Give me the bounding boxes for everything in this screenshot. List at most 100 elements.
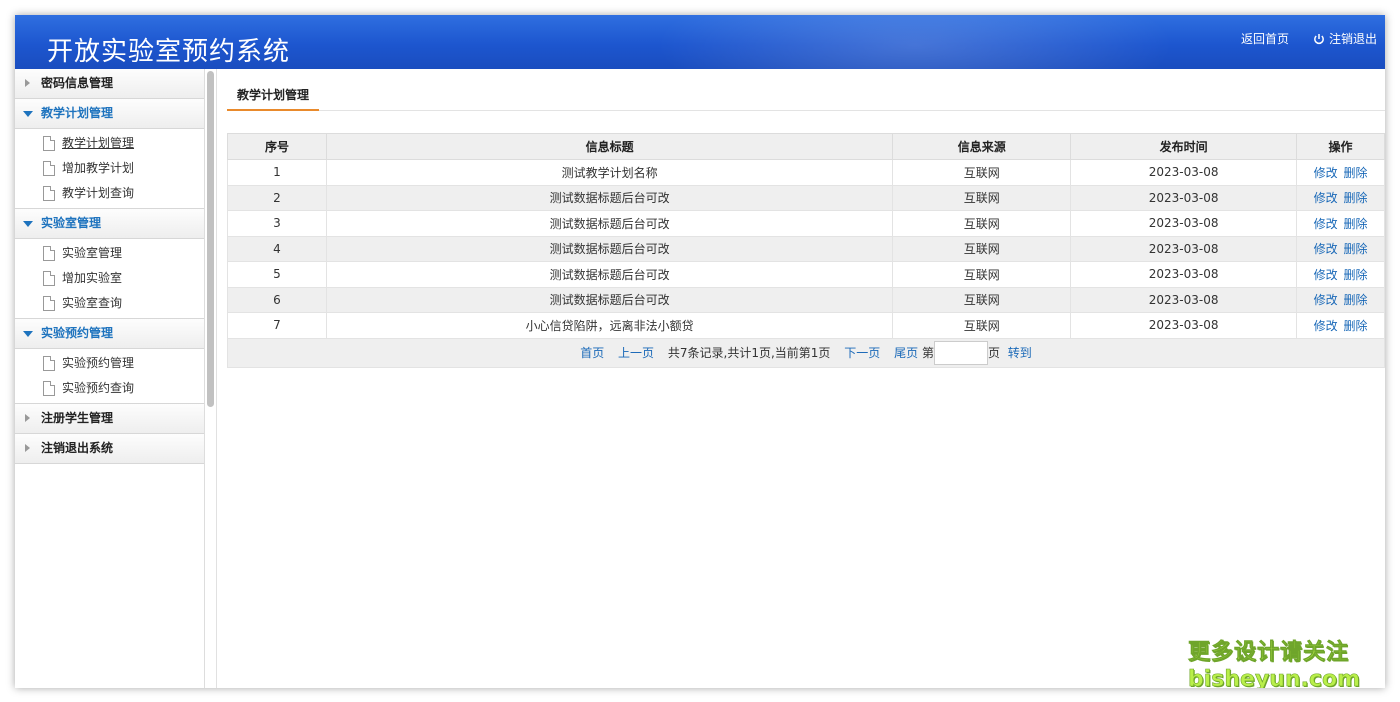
watermark: 更多设计请关注 bisheyun.com — [1188, 639, 1361, 688]
edit-link[interactable]: 修改 — [1314, 242, 1338, 256]
power-icon — [1314, 33, 1324, 44]
delete-link[interactable]: 删除 — [1343, 268, 1367, 282]
cell-no: 2 — [227, 184, 327, 211]
document-icon — [43, 356, 55, 371]
sidebar-item-label: 实验预约管理 — [62, 356, 135, 370]
sidebar-item[interactable]: 实验预约管理 — [15, 351, 204, 376]
page-number-input[interactable] — [933, 341, 988, 365]
sidebar-group-5[interactable]: 注销退出系统 — [15, 434, 204, 464]
cell-actions: 修改 删除 — [1296, 184, 1385, 211]
sidebar-item[interactable]: 增加实验室 — [15, 266, 204, 291]
cell-source: 互联网 — [892, 159, 1072, 186]
pager-next[interactable]: 下一页 — [844, 346, 880, 360]
logout-link-label: 注销退出 — [1328, 32, 1377, 46]
edit-link[interactable]: 修改 — [1314, 166, 1338, 180]
cell-date: 2023-03-08 — [1070, 312, 1298, 339]
cell-title: 测试数据标题后台可改 — [325, 286, 894, 313]
delete-link[interactable]: 删除 — [1343, 242, 1367, 256]
sidebar-group-label: 实验预约管理 — [41, 326, 114, 340]
delete-link[interactable]: 删除 — [1343, 319, 1367, 333]
pager-page-suffix: 页 — [987, 345, 1000, 360]
table-row: 7 小心信贷陷阱，远离非法小额贷 互联网 2023-03-08 修改 删除 — [227, 312, 1385, 339]
table-row: 5 测试数据标题后台可改 互联网 2023-03-08 修改 删除 — [227, 261, 1385, 288]
col-source: 信息来源 — [892, 133, 1072, 160]
sidebar-group-4[interactable]: 注册学生管理 — [15, 404, 204, 434]
delete-link[interactable]: 删除 — [1343, 217, 1367, 231]
caret-down-icon — [23, 221, 33, 227]
sidebar-item-label: 教学计划查询 — [62, 186, 135, 200]
cell-date: 2023-03-08 — [1070, 261, 1298, 288]
edit-link[interactable]: 修改 — [1314, 319, 1338, 333]
delete-link[interactable]: 删除 — [1343, 166, 1367, 180]
tab-bar: 教学计划管理 — [227, 81, 1385, 111]
edit-link[interactable]: 修改 — [1314, 293, 1338, 307]
caret-down-icon — [23, 111, 33, 117]
sidebar-item-label: 增加实验室 — [62, 271, 123, 285]
document-icon — [43, 296, 55, 311]
document-icon — [43, 161, 55, 176]
pager-goto[interactable]: 转到 — [1008, 346, 1032, 360]
pager-first[interactable]: 首页 — [580, 346, 604, 360]
cell-source: 互联网 — [892, 312, 1072, 339]
cell-source: 互联网 — [892, 235, 1072, 262]
cell-no: 4 — [227, 235, 327, 262]
edit-link[interactable]: 修改 — [1314, 268, 1338, 282]
caret-down-icon — [23, 331, 33, 337]
table-row: 1 测试教学计划名称 互联网 2023-03-08 修改 删除 — [227, 159, 1385, 186]
sidebar-group-3[interactable]: 实验预约管理 — [15, 319, 204, 349]
cell-title: 测试数据标题后台可改 — [325, 184, 894, 211]
delete-link[interactable]: 删除 — [1343, 191, 1367, 205]
sidebar-item[interactable]: 实验室查询 — [15, 291, 204, 316]
cell-date: 2023-03-08 — [1070, 184, 1298, 211]
cell-actions: 修改 删除 — [1296, 210, 1385, 237]
pager-prev[interactable]: 上一页 — [618, 346, 654, 360]
cell-date: 2023-03-08 — [1070, 235, 1298, 262]
cell-actions: 修改 删除 — [1296, 235, 1385, 262]
home-link[interactable]: 返回首页 — [1241, 30, 1289, 47]
cell-source: 互联网 — [892, 261, 1072, 288]
edit-link[interactable]: 修改 — [1314, 217, 1338, 231]
watermark-line1: 更多设计请关注 — [1188, 640, 1350, 666]
sidebar-item[interactable]: 教学计划管理 — [15, 131, 204, 156]
logout-link[interactable]: 注销退出 — [1313, 30, 1377, 47]
sidebar-sub-list: 教学计划管理增加教学计划 教学计划查询 — [15, 129, 204, 209]
app-title: 开放实验室预约系统 — [47, 37, 291, 67]
sidebar-group-label: 密码信息管理 — [41, 76, 114, 90]
cell-title: 测试教学计划名称 — [325, 159, 894, 186]
sidebar-group-label: 实验室管理 — [41, 216, 102, 230]
caret-right-icon — [25, 79, 30, 87]
edit-link[interactable]: 修改 — [1314, 191, 1338, 205]
col-title: 信息标题 — [325, 133, 894, 160]
sidebar-scrollbar[interactable] — [207, 71, 214, 407]
sidebar-group-0[interactable]: 密码信息管理 — [15, 69, 204, 99]
col-actions: 操作 — [1296, 133, 1385, 160]
pager-last[interactable]: 尾页 — [894, 346, 918, 360]
sidebar: 密码信息管理 教学计划管理 教学计划管理 增加教学计划 教学计划查询 实验室管理 实验室管理… — [15, 69, 205, 688]
sidebar-group-2[interactable]: 实验室管理 — [15, 209, 204, 239]
table-row: 6 测试数据标题后台可改 互联网 2023-03-08 修改 删除 — [227, 286, 1385, 313]
cell-source: 互联网 — [892, 184, 1072, 211]
tab-plan-management[interactable]: 教学计划管理 — [227, 81, 320, 111]
cell-title: 测试数据标题后台可改 — [325, 235, 894, 262]
cell-no: 5 — [227, 261, 327, 288]
sidebar-group-1[interactable]: 教学计划管理 — [15, 99, 204, 129]
cell-actions: 修改 删除 — [1296, 159, 1385, 186]
sidebar-item-label: 增加教学计划 — [62, 161, 135, 175]
sidebar-item[interactable]: 实验室管理 — [15, 241, 204, 266]
sidebar-item[interactable]: 增加教学计划 — [15, 156, 204, 181]
col-date: 发布时间 — [1070, 133, 1298, 160]
cell-actions: 修改 删除 — [1296, 286, 1385, 313]
top-header: 开放实验室预约系统 返回首页 注销退出 — [15, 15, 1385, 69]
sidebar-item[interactable]: 教学计划查询 — [15, 181, 204, 206]
delete-link[interactable]: 删除 — [1343, 293, 1367, 307]
main-content: 教学计划管理 序号 信息标题 信息来源 发布时间 操作 1 测试教学计划名称 互联网… — [217, 69, 1385, 688]
watermark-line2: bisheyun.com — [1188, 667, 1361, 688]
cell-source: 互联网 — [892, 286, 1072, 313]
table-row: 3 测试数据标题后台可改 互联网 2023-03-08 修改 删除 — [227, 210, 1385, 237]
cell-title: 测试数据标题后台可改 — [325, 261, 894, 288]
sidebar-item[interactable]: 实验预约查询 — [15, 376, 204, 401]
plan-table: 序号 信息标题 信息来源 发布时间 操作 1 测试教学计划名称 互联网 2023-03… — [227, 133, 1385, 368]
sidebar-item-label: 实验室查询 — [62, 296, 123, 310]
cell-date: 2023-03-08 — [1070, 159, 1298, 186]
app-window: 开放实验室预约系统 返回首页 注销退出 密码信息管理 教学计划管理 教学计划管理 增加… — [15, 15, 1385, 688]
